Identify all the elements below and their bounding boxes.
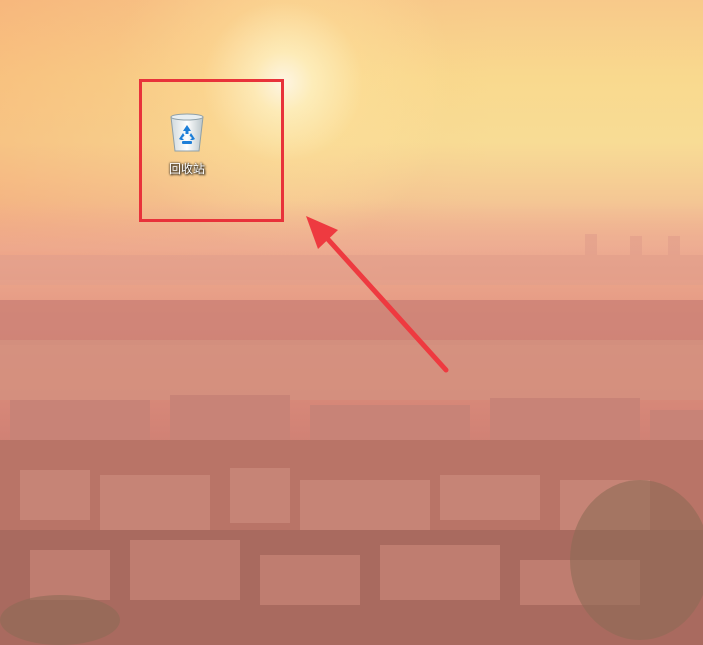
recycle-bin-icon — [165, 110, 209, 154]
wallpaper-city — [0, 234, 703, 645]
recycle-bin-shortcut[interactable]: 回收站 — [158, 110, 216, 182]
desktop[interactable]: 回收站 — [0, 0, 703, 645]
recycle-bin-label: 回收站 — [168, 162, 205, 176]
